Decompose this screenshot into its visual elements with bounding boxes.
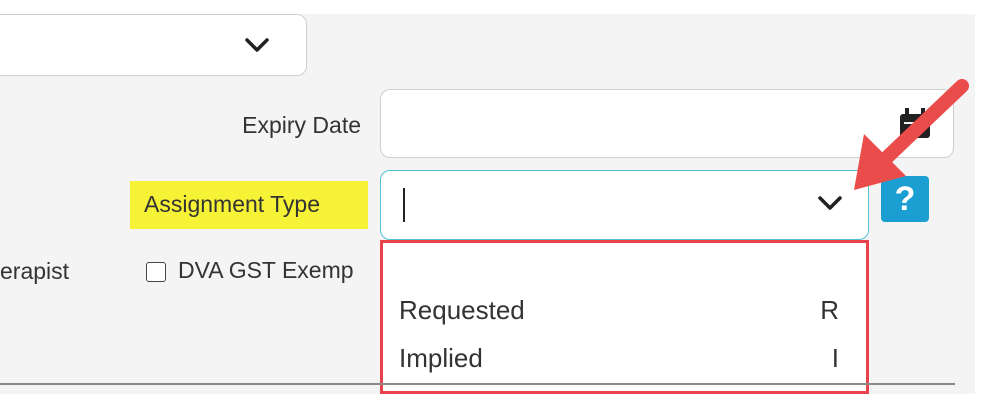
chevron-down-icon (244, 37, 270, 58)
text-caret (403, 188, 405, 222)
dropdown-option-blank[interactable] (399, 251, 839, 281)
expiry-date-label: Expiry Date (242, 112, 361, 138)
option-code: R (820, 295, 839, 325)
therapist-label: erapist (0, 258, 70, 284)
option-label: Implied (399, 343, 483, 373)
option-label: Requested (399, 295, 525, 325)
assignment-type-select[interactable] (380, 170, 869, 240)
assignment-type-dropdown: Requested R Implied I (380, 240, 869, 394)
assignment-type-label: Assignment Type (130, 181, 368, 229)
dropdown-option-requested[interactable]: Requested R (399, 295, 839, 326)
top-select[interactable] (0, 14, 307, 76)
dva-gst-exempt-label[interactable]: DVA GST Exemp (178, 257, 354, 284)
dropdown-option-implied[interactable]: Implied I (399, 343, 839, 374)
section-divider (0, 383, 955, 385)
annotation-arrow-icon (840, 72, 980, 207)
option-code: I (831, 343, 839, 373)
dva-gst-exempt-checkbox[interactable] (146, 262, 166, 282)
